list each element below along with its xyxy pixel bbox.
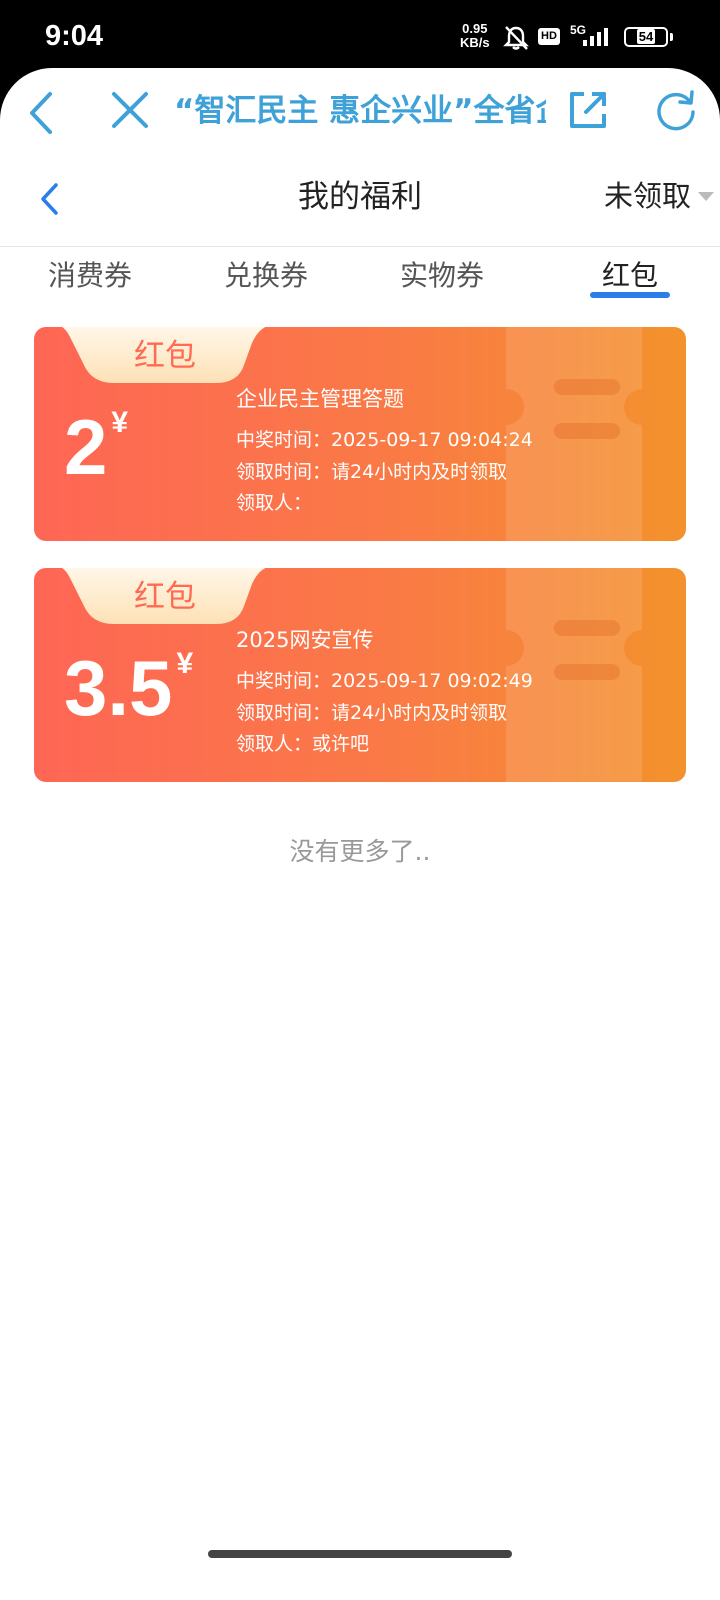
currency-symbol: ¥ [176, 647, 194, 680]
page-title-marquee: “智汇民主 惠企兴业”全省企业民主管理知识竞赛 [174, 93, 546, 129]
share-icon[interactable] [568, 90, 608, 130]
card-claim-time: 领取时间：请24小时内及时领取 [236, 702, 508, 724]
card-win-time: 中奖时间：2025-09-17 09:04:24 [236, 429, 533, 451]
page-header: 我的福利 未领取 [0, 158, 720, 242]
welfare-tabs: 消费券 兑换券 实物券 红包 [0, 248, 720, 318]
tab-consumption-voucher[interactable]: 消费券 [20, 248, 160, 308]
currency-symbol: ¥ [111, 406, 129, 439]
signal-icon [583, 28, 608, 46]
card-tag: 红包 [134, 579, 196, 615]
card-claim-time: 领取时间：请24小时内及时领取 [236, 461, 508, 483]
card-claimer: 领取人：或许吧 [236, 733, 370, 755]
card-win-time: 中奖时间：2025-09-17 09:02:49 [236, 670, 533, 692]
status-filter-dropdown[interactable]: 未领取 [604, 158, 691, 234]
battery-level: 54 [636, 29, 656, 44]
back-icon[interactable] [24, 90, 60, 136]
battery-tip [670, 33, 673, 41]
tab-red-packet[interactable]: 红包 [560, 248, 700, 308]
hd-icon: HD [538, 28, 560, 45]
card-tag: 红包 [134, 338, 196, 374]
network-speed: 0.95 KB/s [460, 21, 490, 50]
tab-exchange-voucher[interactable]: 兑换券 [196, 248, 336, 308]
card-activity-name: 企业民主管理答题 [236, 387, 404, 411]
close-icon[interactable] [110, 90, 150, 130]
battery-icon: 54 [624, 27, 668, 47]
header-divider [0, 246, 720, 247]
card-amount: 3.5 ¥ [64, 644, 194, 732]
red-packet-card[interactable]: 红包 2 ¥ 企业民主管理答题 中奖时间：2025-09-17 09:04:24 … [34, 327, 686, 541]
tab-physical-voucher[interactable]: 实物券 [372, 248, 512, 308]
card-amount: 2 ¥ [64, 403, 129, 491]
card-claimer: 领取人： [236, 492, 313, 514]
webview-sheet: “智汇民主 惠企兴业”全省企业民主管理知识竞赛 我的福利 未领取 消费券 兑换券… [0, 68, 720, 1600]
active-tab-indicator [590, 292, 670, 298]
status-bar: 9:04 0.95 KB/s HD 5G 54 [0, 0, 720, 70]
red-packet-card[interactable]: 红包 3.5 ¥ 2025网安宣传 中奖时间：2025-09-17 09:02:4… [34, 568, 686, 782]
chevron-down-icon[interactable] [698, 192, 714, 201]
refresh-icon[interactable] [654, 88, 698, 132]
bell-muted-icon [503, 26, 529, 50]
browser-toolbar: “智汇民主 惠企兴业”全省企业民主管理知识竞赛 [0, 68, 720, 158]
status-time: 9:04 [45, 20, 104, 52]
end-of-list-text: 没有更多了.. [289, 837, 431, 866]
card-activity-name: 2025网安宣传 [236, 628, 374, 652]
home-indicator[interactable] [208, 1550, 512, 1558]
